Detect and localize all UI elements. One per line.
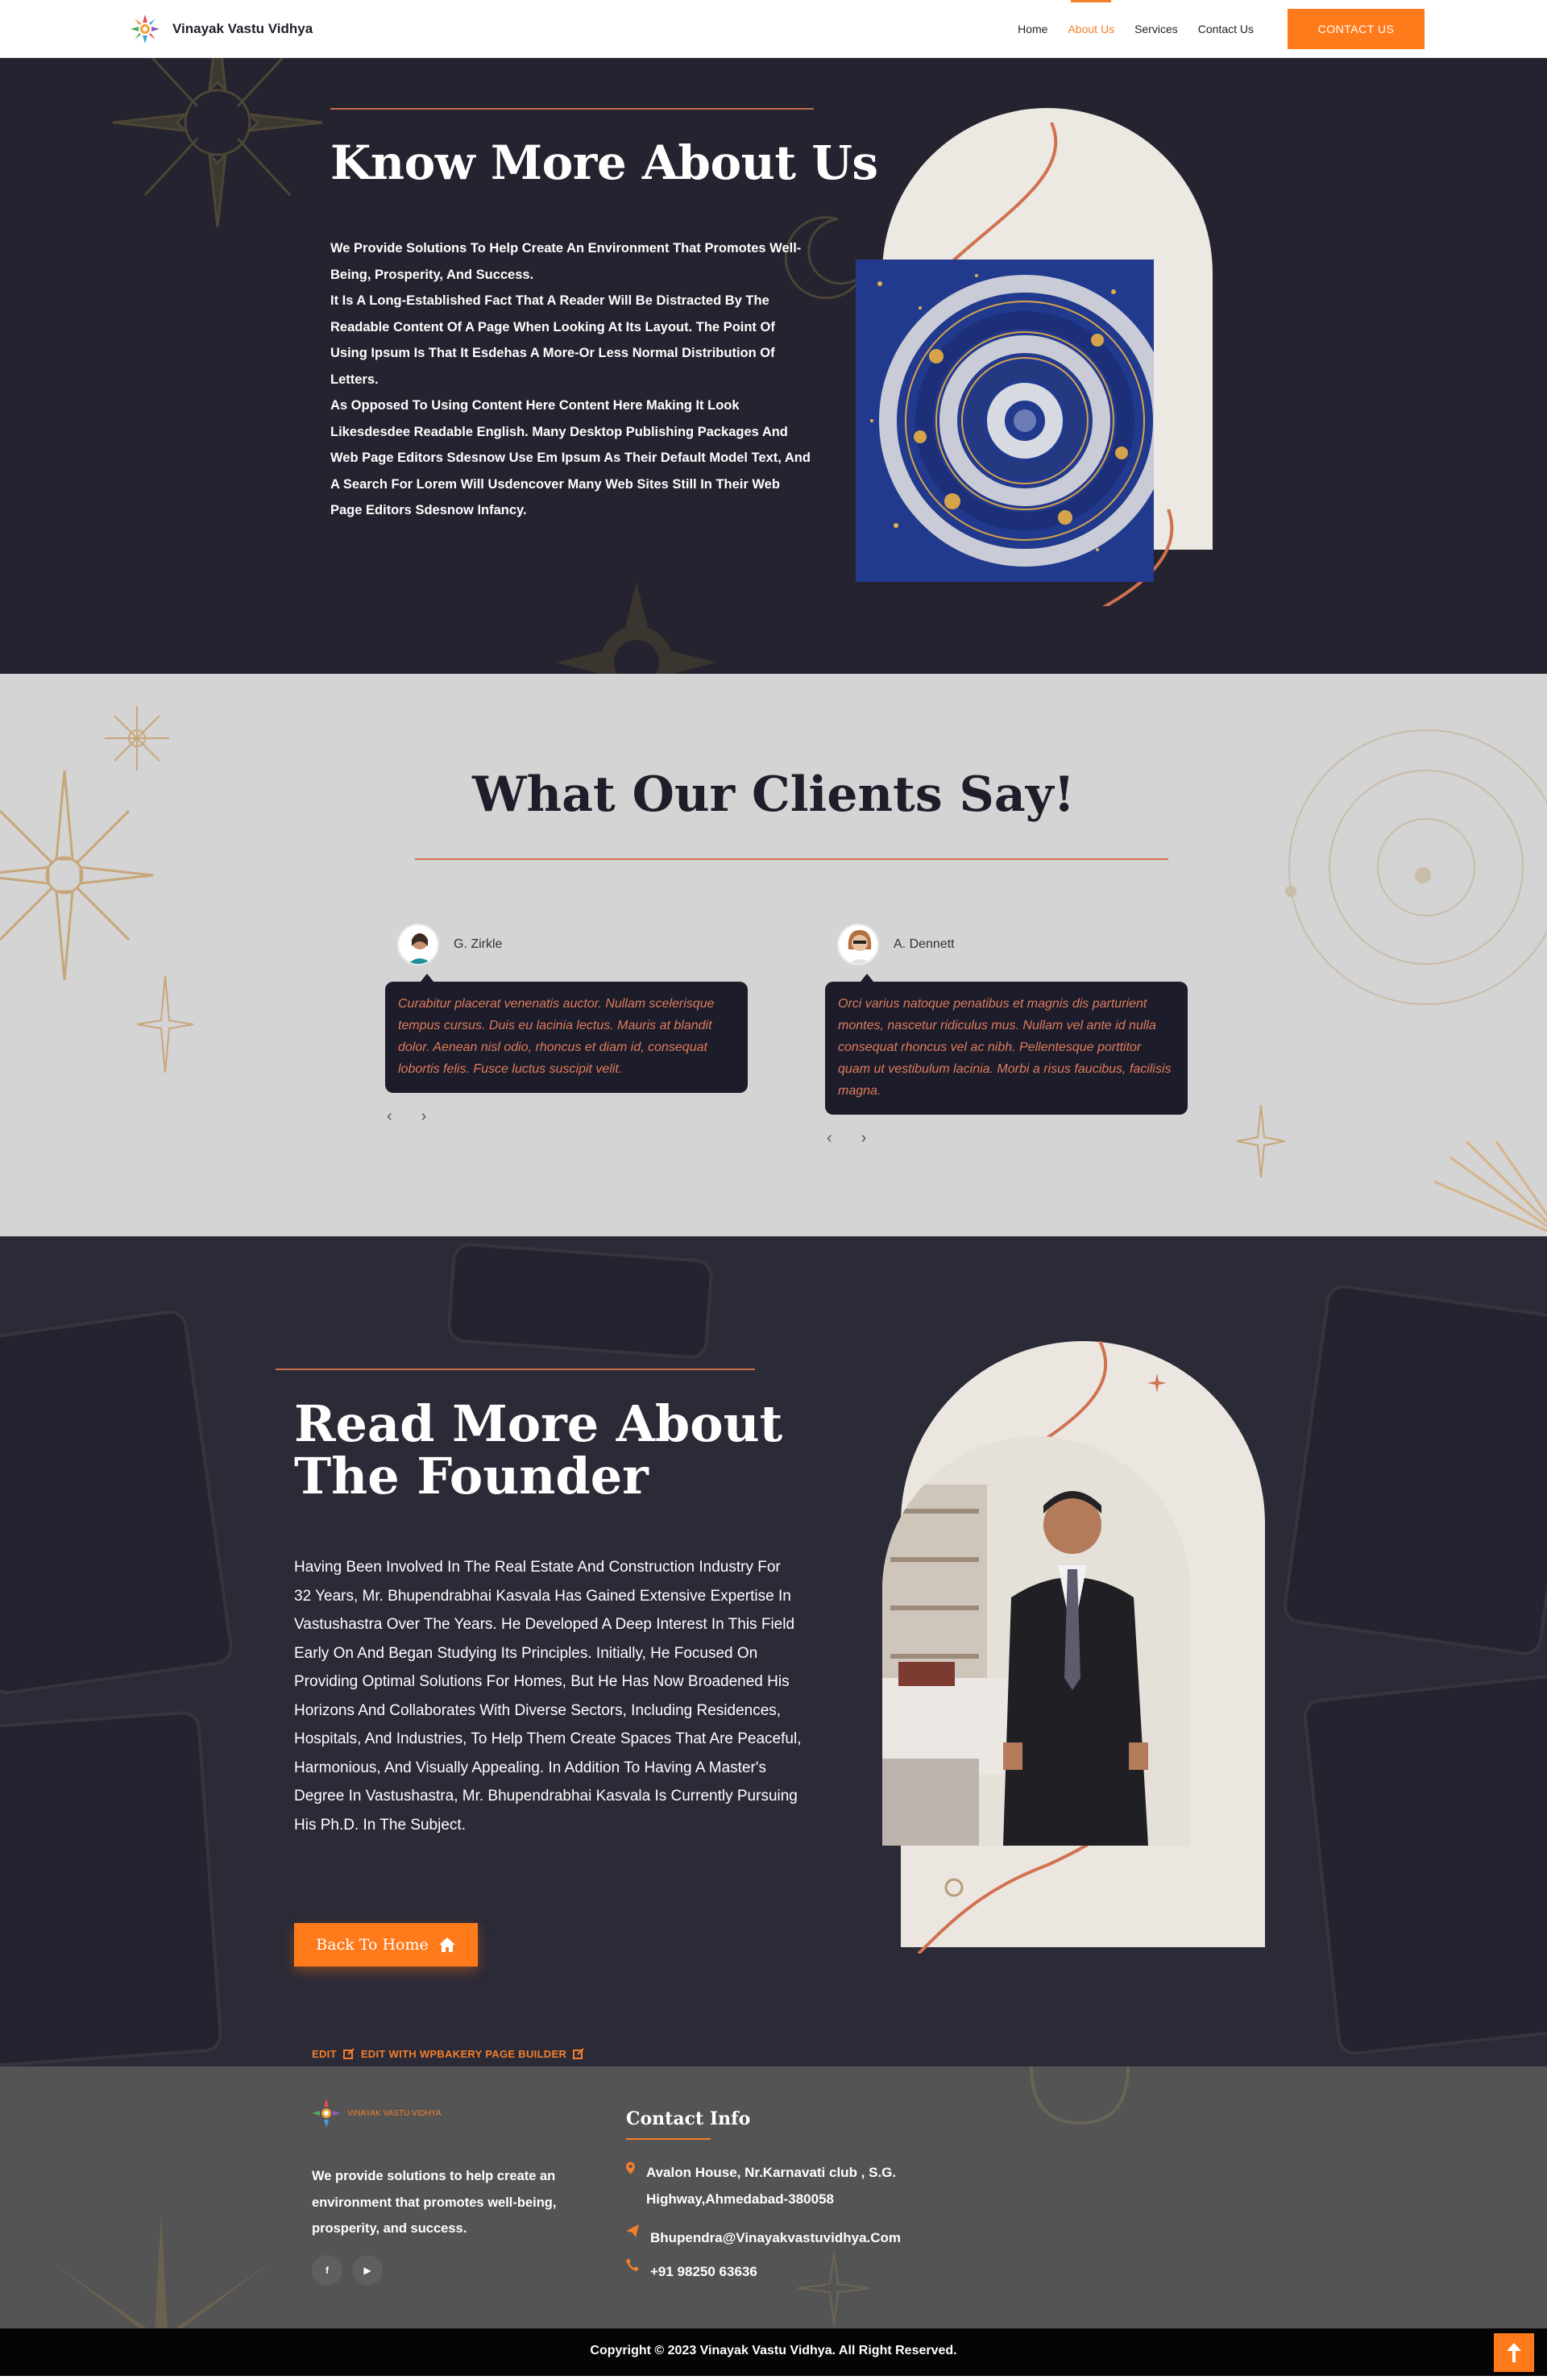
founder-portrait-image: [882, 1436, 1190, 1846]
phone-icon: [626, 2258, 639, 2271]
nav-about-us[interactable]: About Us: [1068, 0, 1114, 58]
avatar: [837, 924, 879, 966]
copyright-bar: Copyright © 2023 Vinayak Vastu Vidhya. A…: [0, 2328, 1547, 2376]
nav-contact-us[interactable]: Contact Us: [1198, 0, 1254, 58]
contact-email-text: Bhupendra@Vinayakvastuvidhya.Com: [650, 2230, 902, 2245]
back-to-home-button[interactable]: Back To Home: [294, 1923, 478, 1967]
prev-arrow-icon[interactable]: ‹: [387, 1107, 392, 1126]
founder-title: Read More About The Founder: [294, 1394, 783, 1506]
youtube-icon[interactable]: ▶: [352, 2255, 383, 2286]
facebook-icon[interactable]: f: [312, 2255, 342, 2286]
copyright-text: Copyright © 2023 Vinayak Vastu Vidhya. A…: [590, 2344, 957, 2357]
testimonial-nav: ‹ ›: [827, 1129, 1188, 1148]
contact-us-button[interactable]: CONTACT US: [1288, 9, 1425, 49]
testimonial-header: G. Zirkle: [397, 924, 748, 966]
testimonial-name: G. Zirkle: [454, 937, 503, 951]
contact-email[interactable]: Bhupendra@Vinayakvastuvidhya.Com: [626, 2224, 901, 2251]
logo-icon: [312, 2099, 341, 2128]
sparkle-decoration-icon: [105, 706, 169, 770]
testimonial-quote: Curabitur placerat venenatis auctor. Nul…: [385, 974, 748, 1093]
astronomical-clock-image: [856, 260, 1154, 582]
about-paragraph: As Opposed To Using Content Here Content…: [330, 398, 811, 517]
contact-address: Avalon House, Nr.Karnavati club , S.G. H…: [626, 2159, 948, 2212]
contact-info-divider: [626, 2138, 711, 2140]
site-header: Vinayak Vastu Vidhya Home About Us Servi…: [0, 0, 1547, 58]
next-arrow-icon[interactable]: ›: [861, 1129, 867, 1148]
nav-services[interactable]: Services: [1134, 0, 1178, 58]
founder-section: Read More About The Founder Having Been …: [0, 1236, 1547, 2066]
logo-icon: [131, 15, 160, 44]
founder-bio: Having Been Involved In The Real Estate …: [294, 1559, 802, 1834]
sun-decoration-icon: [112, 58, 323, 228]
contact-address-text: Avalon House, Nr.Karnavati club , S.G. H…: [645, 2165, 897, 2207]
footer-about: We provide solutions to help create an e…: [312, 2169, 557, 2236]
sunrise-decoration-icon: [1434, 1141, 1547, 1232]
site-footer: VINAYAK VASTU VIDHYA We provide solution…: [0, 2066, 1547, 2328]
edit-with-page-builder-link[interactable]: EDIT WITH WPBAKERY PAGE BUILDER: [361, 2048, 566, 2060]
site-logo-link[interactable]: Vinayak Vastu Vidhya: [129, 13, 313, 45]
edit-icon: [573, 2048, 584, 2059]
about-section: Know More About Us We Provide Solutions …: [0, 58, 1547, 674]
sparkle-decoration-icon: [798, 2252, 870, 2324]
edit-link[interactable]: EDIT: [312, 2048, 337, 2060]
prev-arrow-icon[interactable]: ‹: [827, 1129, 832, 1148]
star-decoration-icon: [1237, 1105, 1285, 1178]
contact-info-title: Contact Info: [626, 2108, 751, 2129]
testimonial-card: A. Dennett Orci varius natoque penatibus…: [825, 924, 1188, 1148]
main-nav: Home About Us Services Contact Us: [1018, 0, 1254, 58]
sun-bottom-decoration-icon: [556, 582, 717, 674]
send-icon: [626, 2224, 639, 2237]
testimonials-title-divider: [415, 858, 1168, 860]
footer-brand: VINAYAK VASTU VIDHYA: [347, 2108, 442, 2118]
testimonial-card: G. Zirkle Curabitur placerat venenatis a…: [385, 924, 748, 1126]
testimonials-title: What Our Clients Say!: [472, 766, 1075, 823]
social-links: f ▶: [312, 2255, 383, 2286]
testimonials-section: What Our Clients Say! G. Zirkle Curabitu…: [0, 674, 1547, 1236]
testimonial-nav: ‹ ›: [387, 1107, 748, 1126]
founder-title-divider: [276, 1369, 755, 1370]
site-name: Vinayak Vastu Vidhya: [172, 21, 313, 36]
next-arrow-icon[interactable]: ›: [421, 1107, 427, 1126]
star-decoration-icon: [137, 976, 193, 1073]
about-title-divider: [330, 108, 814, 110]
back-to-home-label: Back To Home: [316, 1936, 429, 1954]
orbit-decoration-icon: [1285, 729, 1547, 1005]
location-pin-icon: [626, 2162, 635, 2174]
contact-phone-text: +91 98250 63636: [650, 2264, 757, 2279]
about-title: Know More About Us: [330, 135, 878, 190]
testimonial-quote: Orci varius natoque penatibus et magnis …: [825, 974, 1188, 1115]
sun-ray-decoration-icon: [48, 2212, 274, 2328]
arrow-up-icon: [1507, 2343, 1521, 2362]
footer-logo[interactable]: VINAYAK VASTU VIDHYA: [310, 2097, 442, 2129]
about-paragraph: It Is A Long-Established Fact That A Rea…: [330, 293, 775, 387]
nav-home[interactable]: Home: [1018, 0, 1047, 58]
home-icon: [438, 1938, 455, 1952]
testimonial-name: A. Dennett: [894, 937, 955, 951]
avatar: [397, 924, 439, 966]
moon-decoration-icon: [1030, 2066, 1130, 2125]
edit-links: EDIT EDIT WITH WPBAKERY PAGE BUILDER: [312, 2048, 584, 2060]
edit-icon: [342, 2048, 355, 2059]
contact-phone[interactable]: +91 98250 63636: [626, 2258, 757, 2285]
about-text: We Provide Solutions To Help Create An E…: [330, 235, 814, 524]
back-to-top-button[interactable]: [1494, 2333, 1534, 2372]
testimonial-header: A. Dennett: [837, 924, 1188, 966]
about-paragraph: We Provide Solutions To Help Create An E…: [330, 241, 802, 282]
